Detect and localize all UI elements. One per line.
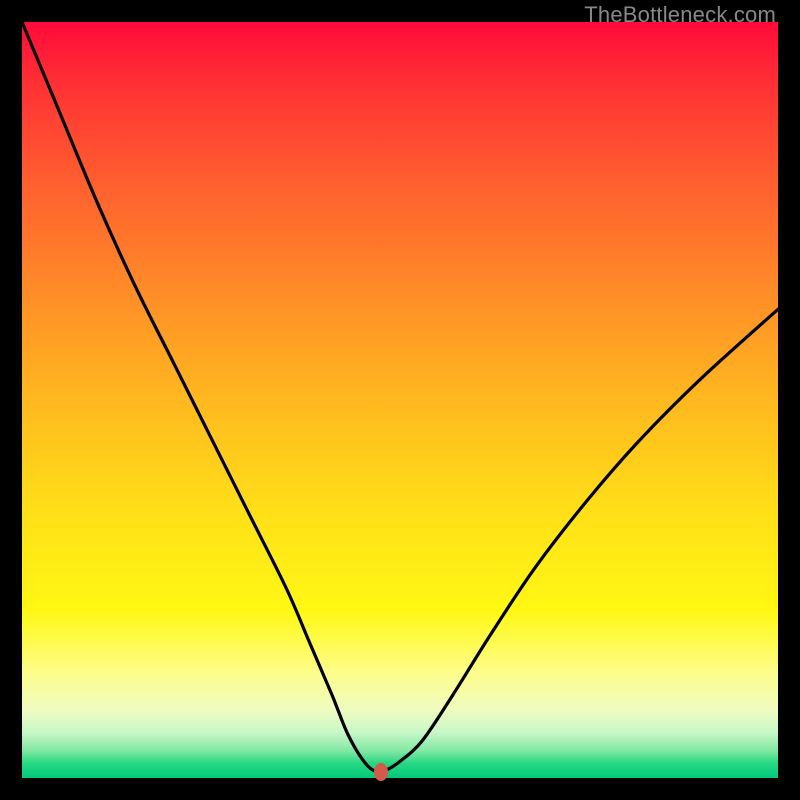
chart-frame: TheBottleneck.com — [0, 0, 800, 800]
optimal-point-marker — [374, 763, 388, 781]
plot-area — [22, 22, 778, 778]
curve-svg — [22, 22, 778, 778]
bottleneck-curve — [22, 22, 778, 772]
